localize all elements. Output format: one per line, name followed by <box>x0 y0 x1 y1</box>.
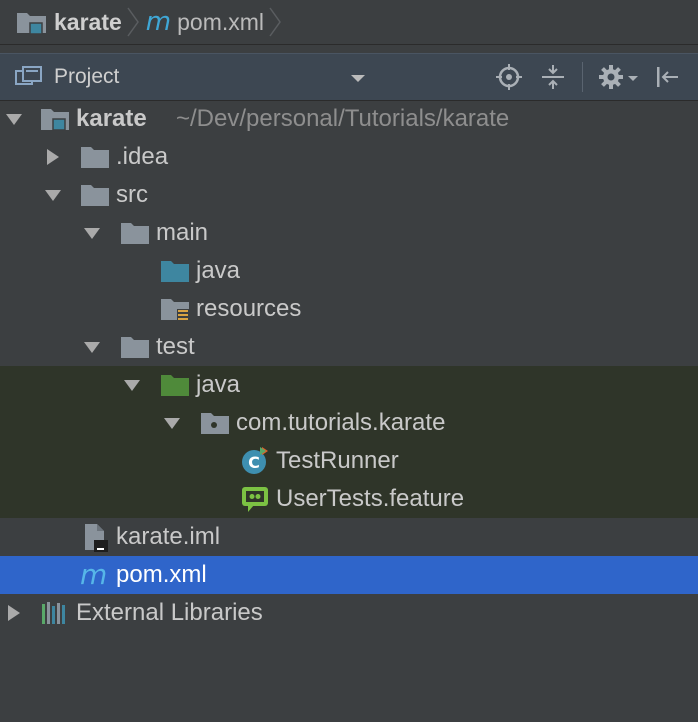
expanded-arrow-icon[interactable] <box>162 413 182 433</box>
tree-label: karate <box>76 105 147 132</box>
tree-row-external-libraries[interactable]: External Libraries <box>0 594 698 632</box>
module-folder-icon <box>17 13 46 35</box>
tree-row-idea[interactable]: .idea <box>0 138 698 176</box>
expanded-arrow-icon[interactable] <box>82 337 102 357</box>
tree-label: UserTests.feature <box>276 485 465 512</box>
expanded-arrow-icon[interactable] <box>43 185 63 205</box>
svg-text:C: C <box>248 453 260 472</box>
navigation-bar: karate m pom.xml <box>0 0 698 45</box>
folder-icon <box>81 185 109 206</box>
tree-label: com.tutorials.karate <box>236 409 446 436</box>
tree-label: src <box>116 181 148 208</box>
tree-label: External Libraries <box>76 599 263 626</box>
breadcrumb-separator-icon <box>269 7 281 37</box>
module-file-icon <box>85 524 108 552</box>
breadcrumb-label: karate <box>54 8 122 35</box>
folder-icon <box>121 337 149 358</box>
project-tool-window-header: Project <box>0 53 698 101</box>
collapsed-arrow-icon[interactable] <box>4 603 24 623</box>
tree-label: .idea <box>116 143 169 170</box>
tool-window-title[interactable]: Project <box>54 65 119 89</box>
maven-icon: m <box>80 558 108 591</box>
java-class-icon: C <box>242 447 268 474</box>
collapse-all-icon[interactable] <box>540 64 566 90</box>
tree-label: test <box>156 333 195 360</box>
tree-label: karate.iml <box>116 523 221 550</box>
tree-row-test[interactable]: test <box>0 328 698 366</box>
locate-icon[interactable] <box>496 64 522 90</box>
collapsed-arrow-icon[interactable] <box>43 147 63 167</box>
breadcrumb-pom[interactable]: m pom.xml <box>146 0 286 44</box>
maven-icon: m <box>145 7 172 37</box>
test-source-folder-icon <box>161 375 189 396</box>
breadcrumb-separator-icon <box>127 7 139 37</box>
tree-row-karate-root[interactable]: karate ~/Dev/personal/Tutorials/karate <box>0 100 698 138</box>
libraries-icon <box>42 602 65 624</box>
tree-label: pom.xml <box>116 561 207 588</box>
tree-label: main <box>156 219 209 246</box>
breadcrumb-karate[interactable]: karate <box>16 0 144 44</box>
gear-dropdown-icon[interactable] <box>628 75 638 83</box>
tree-row-main-java[interactable]: java <box>0 252 698 290</box>
folder-icon <box>121 223 149 244</box>
tree-label: TestRunner <box>276 447 399 474</box>
folder-icon <box>81 147 109 168</box>
tree-label: resources <box>196 295 302 322</box>
tree-label: java <box>196 371 241 398</box>
tree-row-karate-iml[interactable]: karate.iml <box>0 518 698 556</box>
tree-row-test-runner[interactable]: C TestRunner <box>0 442 698 480</box>
package-icon <box>201 413 229 434</box>
tree-row-pom-xml[interactable]: m pom.xml <box>0 556 698 594</box>
resources-folder-icon <box>161 299 189 322</box>
tree-row-test-java[interactable]: java <box>0 366 698 404</box>
tree-row-package[interactable]: com.tutorials.karate <box>0 404 698 442</box>
project-path-label: ~/Dev/personal/Tutorials/karate <box>176 105 510 132</box>
source-folder-icon <box>161 261 189 282</box>
module-folder-icon <box>41 109 69 131</box>
project-view-icon <box>15 66 42 85</box>
tree-row-resources[interactable]: resources <box>0 290 698 328</box>
gear-icon[interactable] <box>598 64 624 90</box>
breadcrumb-label: pom.xml <box>177 8 265 35</box>
tree-row-src[interactable]: src <box>0 176 698 214</box>
tree-row-user-tests-feature[interactable]: UserTests.feature <box>0 480 698 518</box>
hide-icon[interactable] <box>654 64 680 90</box>
view-selector-dropdown-icon[interactable] <box>350 74 366 84</box>
tree-row-main[interactable]: main <box>0 214 698 252</box>
expanded-arrow-icon[interactable] <box>82 223 102 243</box>
toolbar-separator <box>582 62 583 92</box>
expanded-arrow-icon[interactable] <box>122 375 142 395</box>
cucumber-feature-icon <box>242 487 268 512</box>
tree-label: java <box>196 257 241 284</box>
expanded-arrow-icon[interactable] <box>4 109 24 129</box>
